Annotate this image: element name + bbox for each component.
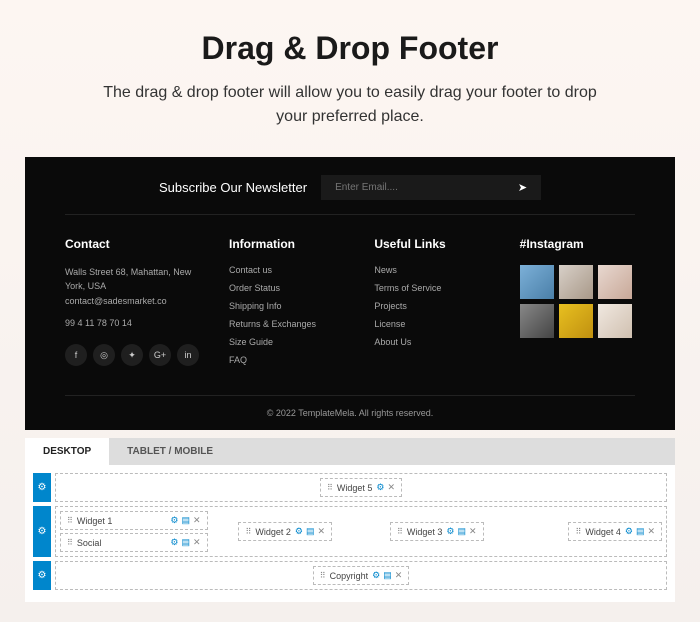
facebook-icon[interactable]: f: [65, 344, 87, 366]
widget-label: Widget 4: [585, 527, 621, 537]
info-link[interactable]: Order Status: [229, 283, 344, 293]
widget-label: Widget 2: [255, 527, 291, 537]
instagram-icon[interactable]: ◎: [93, 344, 115, 366]
widget-block[interactable]: ⠿ Widget 5 ⚙✕: [320, 478, 402, 497]
useful-link[interactable]: News: [374, 265, 489, 275]
builder-tabs: DESKTOP TABLET / MOBILE: [25, 438, 675, 465]
drag-handle-icon[interactable]: ⠿: [320, 571, 326, 580]
contact-heading: Contact: [65, 237, 199, 251]
instagram-thumb[interactable]: [598, 265, 632, 299]
tab-desktop[interactable]: DESKTOP: [25, 438, 109, 465]
googleplus-icon[interactable]: G+: [149, 344, 171, 366]
duplicate-icon[interactable]: ▤: [181, 515, 190, 526]
drag-handle-icon[interactable]: ⠿: [67, 538, 73, 547]
widget-block[interactable]: ⠿ Widget 2 ⚙▤✕: [238, 522, 332, 541]
useful-heading: Useful Links: [374, 237, 489, 251]
widget-label: Widget 3: [407, 527, 443, 537]
widget-block[interactable]: ⠿ Widget 3 ⚙▤✕: [390, 522, 484, 541]
builder-row[interactable]: ⠿ Copyright ⚙▤✕: [55, 561, 667, 590]
gear-icon[interactable]: ⚙: [295, 526, 303, 537]
close-icon[interactable]: ✕: [395, 570, 403, 581]
duplicate-icon[interactable]: ▤: [457, 526, 466, 537]
footer-copyright: © 2022 TemplateMela. All rights reserved…: [65, 395, 635, 430]
close-icon[interactable]: ✕: [647, 526, 655, 537]
widget-label: Copyright: [330, 571, 369, 581]
useful-link[interactable]: Terms of Service: [374, 283, 489, 293]
gear-icon[interactable]: ⚙: [446, 526, 454, 537]
row-settings-button[interactable]: ⚙: [33, 473, 51, 502]
page-title: Drag & Drop Footer: [25, 30, 675, 67]
duplicate-icon[interactable]: ▤: [306, 526, 315, 537]
builder-row[interactable]: ⠿ Widget 5 ⚙✕: [55, 473, 667, 502]
footer-col-information: Information Contact us Order Status Ship…: [229, 237, 344, 373]
instagram-thumb[interactable]: [559, 304, 593, 338]
instagram-thumb[interactable]: [520, 265, 554, 299]
close-icon[interactable]: ✕: [317, 526, 325, 537]
widget-block[interactable]: ⠿ Copyright ⚙▤✕: [313, 566, 410, 585]
contact-phone: 99 4 11 78 70 14: [65, 318, 199, 328]
widget-block[interactable]: ⠿ Widget 4 ⚙▤✕: [568, 522, 662, 541]
row-settings-button[interactable]: ⚙: [33, 506, 51, 557]
info-link[interactable]: Size Guide: [229, 337, 344, 347]
drag-handle-icon[interactable]: ⠿: [67, 516, 73, 525]
footer-col-contact: Contact Walls Street 68, Mahattan, New Y…: [65, 237, 199, 373]
close-icon[interactable]: ✕: [469, 526, 477, 537]
builder-row[interactable]: ⠿ Widget 1 ⚙▤✕ ⠿ Social ⚙▤✕ ⠿: [55, 506, 667, 557]
drag-handle-icon[interactable]: ⠿: [245, 527, 251, 536]
widget-label: Widget 5: [337, 483, 373, 493]
page-subtitle: The drag & drop footer will allow you to…: [100, 81, 600, 129]
drag-handle-icon[interactable]: ⠿: [327, 483, 333, 492]
widget-block[interactable]: ⠿ Widget 1 ⚙▤✕: [60, 511, 208, 530]
duplicate-icon[interactable]: ▤: [636, 526, 645, 537]
newsletter-label: Subscribe Our Newsletter: [159, 180, 307, 195]
duplicate-icon[interactable]: ▤: [383, 570, 392, 581]
contact-email: contact@sadesmarket.co: [65, 294, 199, 308]
information-heading: Information: [229, 237, 344, 251]
tab-tablet-mobile[interactable]: TABLET / MOBILE: [109, 438, 231, 465]
info-link[interactable]: FAQ: [229, 355, 344, 365]
linkedin-icon[interactable]: in: [177, 344, 199, 366]
contact-address: Walls Street 68, Mahattan, New York, USA: [65, 265, 199, 294]
send-icon[interactable]: ➤: [518, 181, 527, 194]
footer-builder: DESKTOP TABLET / MOBILE ⚙ ⠿ Widget 5 ⚙✕ …: [25, 438, 675, 602]
footer-col-instagram: #Instagram: [520, 237, 635, 373]
useful-link[interactable]: License: [374, 319, 489, 329]
useful-link[interactable]: About Us: [374, 337, 489, 347]
widget-label: Social: [77, 538, 102, 548]
newsletter-form: ➤: [321, 175, 541, 200]
useful-link[interactable]: Projects: [374, 301, 489, 311]
duplicate-icon[interactable]: ▤: [181, 537, 190, 548]
newsletter-email-input[interactable]: [335, 182, 518, 193]
close-icon[interactable]: ✕: [387, 482, 395, 493]
info-link[interactable]: Shipping Info: [229, 301, 344, 311]
instagram-thumb[interactable]: [559, 265, 593, 299]
drag-handle-icon[interactable]: ⠿: [575, 527, 581, 536]
gear-icon[interactable]: ⚙: [170, 537, 178, 548]
newsletter-bar: Subscribe Our Newsletter ➤: [65, 175, 635, 215]
footer-preview: Subscribe Our Newsletter ➤ Contact Walls…: [25, 157, 675, 430]
instagram-thumb[interactable]: [598, 304, 632, 338]
gear-icon[interactable]: ⚙: [372, 570, 380, 581]
drag-handle-icon[interactable]: ⠿: [397, 527, 403, 536]
widget-label: Widget 1: [77, 516, 113, 526]
widget-block[interactable]: ⠿ Social ⚙▤✕: [60, 533, 208, 552]
instagram-thumb[interactable]: [520, 304, 554, 338]
row-settings-button[interactable]: ⚙: [33, 561, 51, 590]
gear-icon[interactable]: ⚙: [376, 482, 384, 493]
info-link[interactable]: Contact us: [229, 265, 344, 275]
footer-col-useful: Useful Links News Terms of Service Proje…: [374, 237, 489, 373]
close-icon[interactable]: ✕: [193, 537, 201, 548]
close-icon[interactable]: ✕: [193, 515, 201, 526]
twitter-icon[interactable]: ✦: [121, 344, 143, 366]
gear-icon[interactable]: ⚙: [625, 526, 633, 537]
gear-icon[interactable]: ⚙: [170, 515, 178, 526]
info-link[interactable]: Returns & Exchanges: [229, 319, 344, 329]
instagram-heading: #Instagram: [520, 237, 635, 251]
